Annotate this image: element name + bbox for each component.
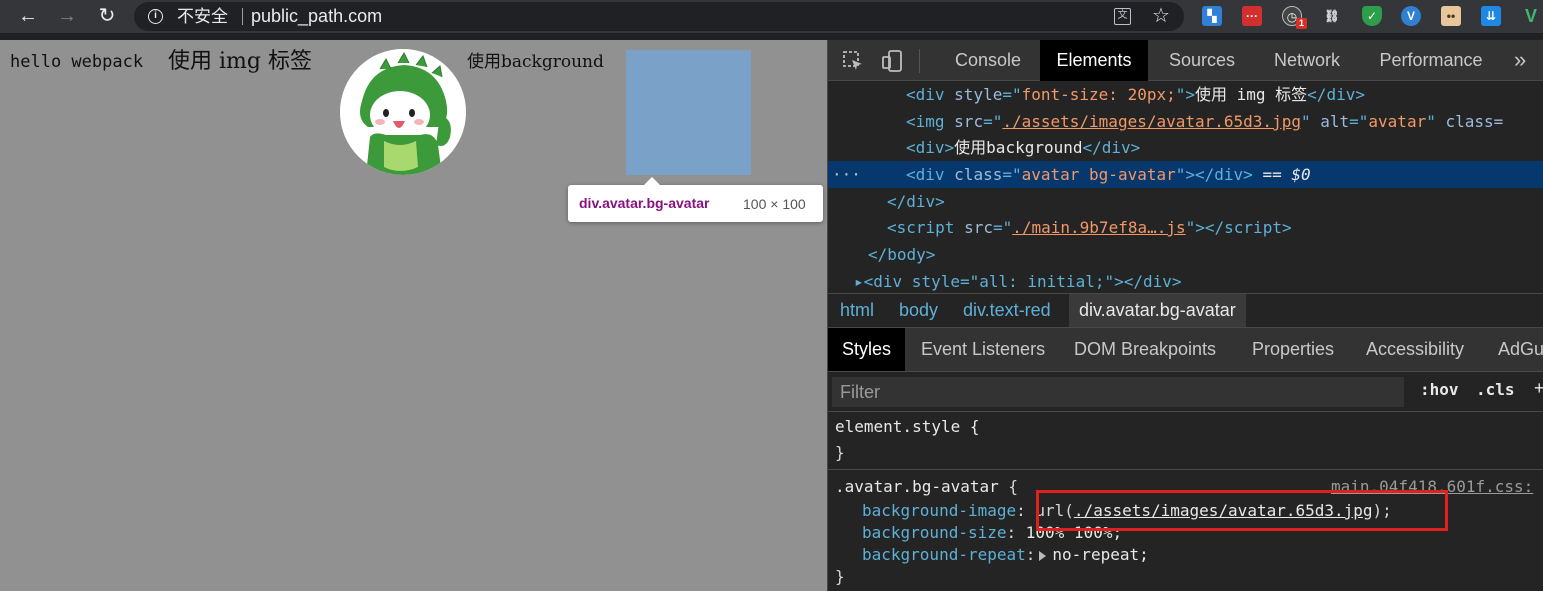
dom-tree: <div style="font-size: 20px;">使用 img 标签<… bbox=[828, 81, 1543, 293]
tab-elements[interactable]: Elements bbox=[1040, 40, 1148, 81]
device-toolbar-icon[interactable] bbox=[882, 50, 904, 72]
cls-toggle[interactable]: .cls bbox=[1476, 380, 1515, 399]
info-icon[interactable]: i bbox=[148, 9, 163, 24]
tab-styles[interactable]: Styles bbox=[828, 328, 906, 371]
styles-pane: element.style { } .avatar.bg-avatar { ma… bbox=[828, 412, 1543, 591]
page-viewport: hello webpack 使用 img 标签 使用background div… bbox=[0, 40, 827, 591]
address-bar[interactable]: i 不安全 public_path.com 文 ☆ bbox=[134, 2, 1184, 31]
tab-dom-breakpoints[interactable]: DOM Breakpoints bbox=[1060, 328, 1230, 371]
expand-triangle-icon[interactable] bbox=[1039, 550, 1047, 561]
tab-properties[interactable]: Properties bbox=[1238, 328, 1348, 371]
forward-arrow-icon[interactable]: → bbox=[55, 4, 79, 28]
annotation-red-box bbox=[1036, 490, 1448, 531]
filter-input[interactable] bbox=[832, 377, 1404, 407]
insecure-label: 不安全 bbox=[177, 7, 228, 26]
tab-network[interactable]: Network bbox=[1260, 40, 1354, 81]
devtools-panel: Console Elements Sources Network Perform… bbox=[827, 40, 1543, 591]
dom-node-div-close[interactable]: </div> bbox=[828, 188, 1543, 215]
tab-event-listeners[interactable]: Event Listeners bbox=[907, 328, 1059, 371]
rule-selector[interactable]: .avatar.bg-avatar { bbox=[835, 476, 1018, 498]
breadcrumb-body[interactable]: body bbox=[889, 294, 948, 327]
dom-node-partial[interactable]: ▸<div style="all: initial;"></div> bbox=[828, 268, 1543, 293]
bookmark-star-icon[interactable]: ☆ bbox=[1152, 4, 1170, 28]
dom-node-img[interactable]: <img src="./assets/images/avatar.65d3.jp… bbox=[828, 108, 1543, 135]
address-separator bbox=[242, 8, 243, 25]
extension-vue-icon[interactable]: V bbox=[1521, 6, 1541, 26]
browser-toolbar: ← → ↻ i 不安全 public_path.com 文 ☆ ▚ ··· ◷ 1… bbox=[0, 0, 1543, 33]
extension-clock-icon[interactable]: ◷ 1 bbox=[1282, 6, 1307, 29]
dino-avatar-illustration bbox=[340, 49, 466, 175]
extension-shield-icon[interactable]: ✓ bbox=[1362, 6, 1382, 26]
tab-sources[interactable]: Sources bbox=[1154, 40, 1250, 81]
new-rule-plus-icon[interactable]: + bbox=[1534, 378, 1543, 399]
translate-icon[interactable]: 文 bbox=[1114, 8, 1131, 25]
breadcrumb-div-avatar[interactable]: div.avatar.bg-avatar bbox=[1069, 294, 1246, 327]
inspect-element-icon[interactable] bbox=[842, 50, 864, 72]
tooltip-arrow bbox=[644, 177, 660, 185]
more-tabs-chevron-icon[interactable]: » bbox=[1514, 40, 1526, 81]
more-actions-icon[interactable]: ··· bbox=[832, 161, 861, 188]
element-style-rule[interactable]: element.style { bbox=[835, 416, 980, 438]
tab-divider bbox=[919, 49, 920, 73]
inspect-tooltip: div.avatar.bg-avatar 100 × 100 bbox=[568, 177, 823, 222]
rule-separator bbox=[828, 469, 1543, 470]
bg-avatar-highlight bbox=[626, 50, 751, 175]
breadcrumb-div-text-red[interactable]: div.text-red bbox=[953, 294, 1061, 327]
tab-accessibility[interactable]: Accessibility bbox=[1352, 328, 1478, 371]
dom-node-img-caption[interactable]: <div style="font-size: 20px;">使用 img 标签<… bbox=[828, 81, 1543, 108]
extension-link-icon[interactable]: ⛓ bbox=[1322, 6, 1342, 26]
tab-performance[interactable]: Performance bbox=[1368, 40, 1494, 81]
dom-node-body-close[interactable]: </body> bbox=[828, 241, 1543, 268]
extension-badge: 1 bbox=[1295, 18, 1307, 29]
devtools-tab-bar: Console Elements Sources Network Perform… bbox=[828, 40, 1543, 81]
extension-v-icon[interactable]: V bbox=[1401, 6, 1421, 26]
extension-download-icon[interactable]: ⇊ bbox=[1481, 6, 1501, 26]
extension-grid-icon[interactable]: ▚ bbox=[1202, 6, 1222, 26]
rule-close: } bbox=[835, 567, 845, 586]
img-caption: 使用 img 标签 bbox=[168, 49, 312, 74]
url-text[interactable]: public_path.com bbox=[251, 6, 382, 27]
background-caption: 使用background bbox=[467, 52, 604, 72]
tooltip-selector: div.avatar.bg-avatar bbox=[579, 195, 710, 211]
element-style-close: } bbox=[835, 443, 845, 462]
tooltip-dimensions: 100 × 100 bbox=[743, 196, 806, 212]
prop-background-repeat[interactable]: background-repeat: no-repeat; bbox=[862, 544, 1149, 566]
reload-icon[interactable]: ↻ bbox=[95, 4, 119, 28]
dom-node-selected[interactable]: ··· <div class="avatar bg-avatar"></div> … bbox=[828, 161, 1543, 188]
dom-node-script[interactable]: <script src="./main.9b7ef8a….js"></scrip… bbox=[828, 214, 1543, 241]
extension-face-icon[interactable]: •• bbox=[1441, 6, 1461, 26]
styles-sub-tab-bar: Styles Event Listeners DOM Breakpoints P… bbox=[828, 328, 1543, 372]
breadcrumb: html body div.text-red div.avatar.bg-ava… bbox=[828, 293, 1543, 328]
dom-node-bg-caption[interactable]: <div>使用background</div> bbox=[828, 134, 1543, 161]
hello-text: hello webpack bbox=[10, 52, 144, 72]
hov-toggle[interactable]: :hov bbox=[1420, 380, 1459, 399]
styles-filter-bar: :hov .cls + bbox=[828, 372, 1543, 412]
breadcrumb-html[interactable]: html bbox=[830, 294, 884, 327]
tab-console[interactable]: Console bbox=[938, 40, 1038, 81]
avatar-image bbox=[340, 49, 466, 175]
extension-chat-icon[interactable]: ··· bbox=[1242, 6, 1262, 26]
tab-adgu[interactable]: AdGu bbox=[1484, 328, 1543, 371]
back-arrow-icon[interactable]: ← bbox=[16, 4, 40, 28]
